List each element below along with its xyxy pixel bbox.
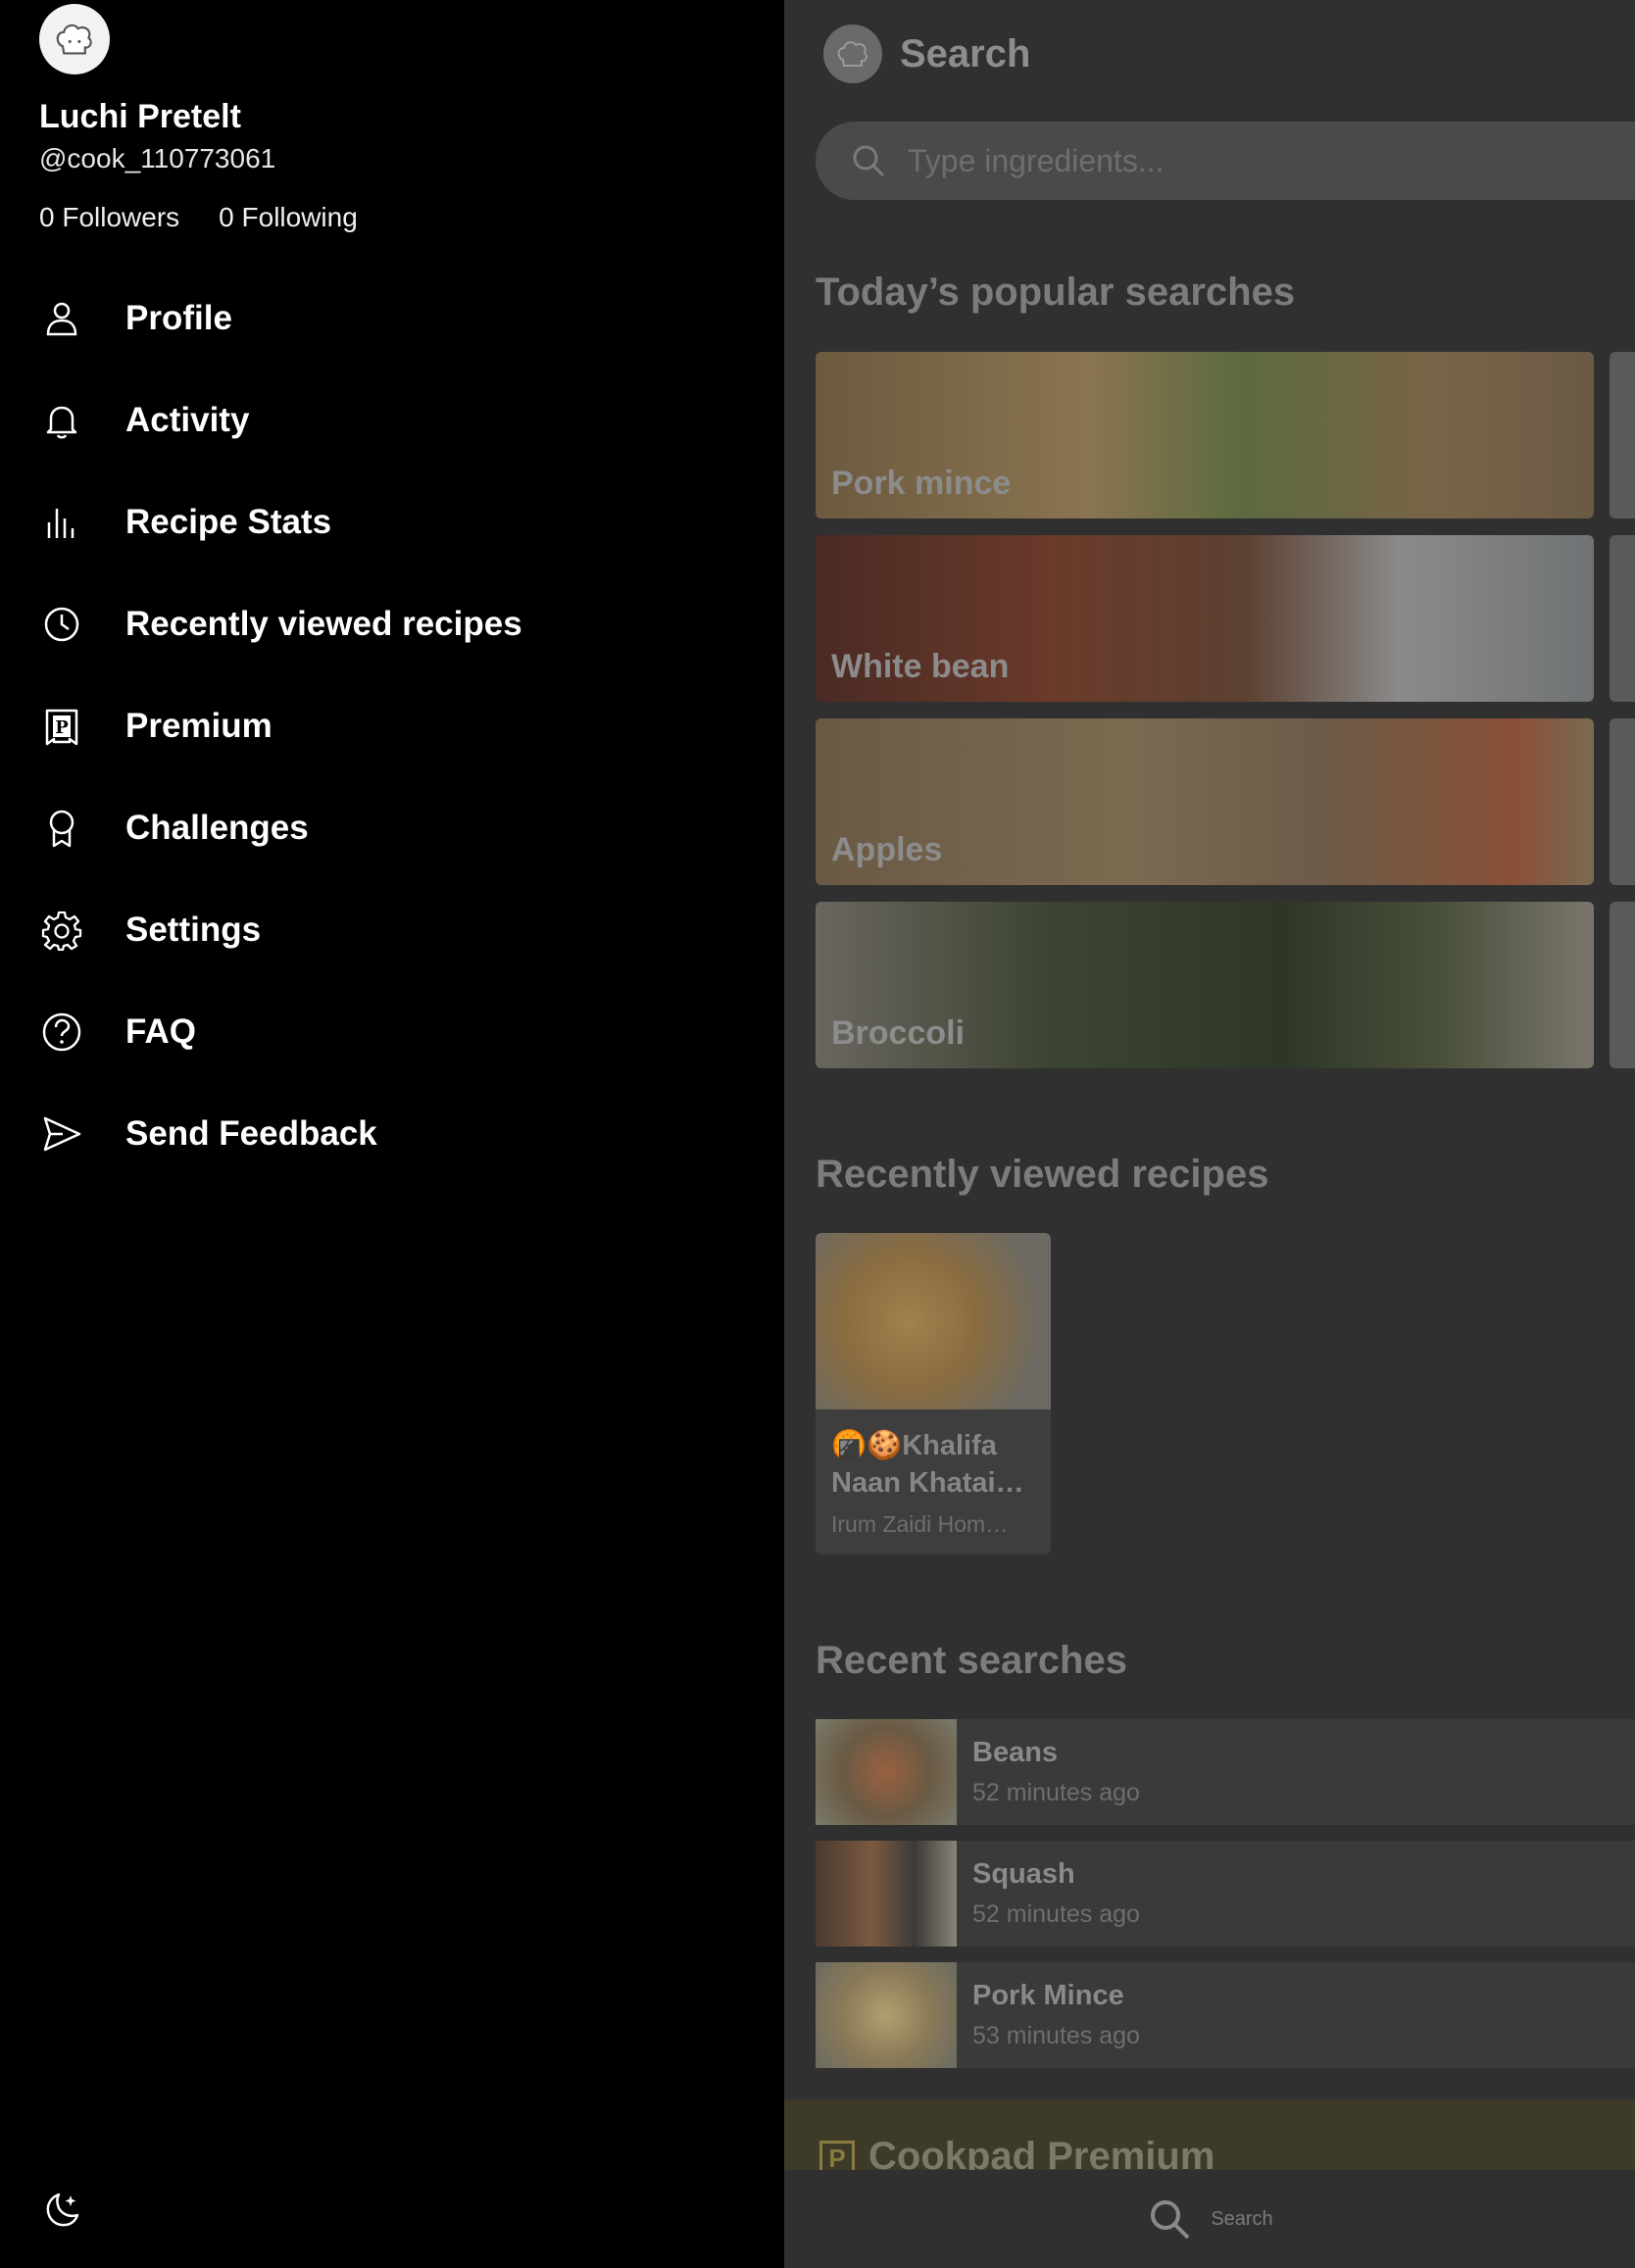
recent-search-thumbnail [816,1841,957,1947]
tile-label: Apples [831,831,943,868]
search-icon[interactable] [1146,2195,1193,2243]
send-icon [39,1111,84,1157]
chef-hat-icon [837,41,867,67]
menu-label: Premium [125,707,272,745]
user-avatar-small[interactable] [823,25,882,83]
menu-label: FAQ [125,1012,196,1051]
following-count[interactable]: 0 Following [219,202,358,233]
menu-item-recipe-stats[interactable]: Recipe Stats [39,488,331,557]
gear-icon [39,908,84,953]
menu-item-premium[interactable]: P Premium [39,692,272,761]
tile-label: Broccoli [831,1014,966,1052]
search-icon [853,145,885,177]
person-icon [39,296,84,341]
recent-search-row[interactable]: Pork Mince 53 minutes ago [816,1962,1635,2068]
menu-item-send-feedback[interactable]: Send Feedback [39,1100,377,1168]
menu-item-activity[interactable]: Activity [39,386,249,455]
search-header: Search [823,24,1030,84]
menu-label: Profile [125,299,232,337]
recent-search-time: 53 minutes ago [972,2022,1140,2049]
popular-search-tile[interactable]: Pork mince [816,352,1594,518]
menu-item-challenges[interactable]: Challenges [39,794,309,863]
theme-toggle-button[interactable] [39,2188,84,2233]
ingredient-search-input[interactable]: Type ingredients... [816,122,1635,200]
moon-icon [46,2193,79,2227]
popular-search-tile-partial[interactable] [1610,902,1635,1068]
recent-searches-heading: Recent searches [816,1639,1127,1682]
popular-search-tile[interactable]: Broccoli [816,902,1594,1068]
popular-searches-heading: Today’s popular searches [816,271,1296,314]
menu-item-settings[interactable]: Settings [39,896,261,964]
popular-search-tile-partial[interactable] [1610,718,1635,885]
chef-hat-icon [56,24,92,55]
recent-search-thumbnail [816,1719,957,1825]
recent-search-term: Pork Mince [972,1980,1124,2011]
menu-label: Recipe Stats [125,503,332,541]
avatar[interactable] [39,4,110,74]
tile-label: White bean [831,648,1010,685]
recipe-thumbnail [816,1233,1051,1409]
bottom-nav-search-label[interactable]: Search [1211,2208,1272,2231]
bell-icon [39,398,84,443]
ribbon-badge-icon [39,806,84,851]
menu-label: Recently viewed recipes [125,605,522,643]
recent-search-thumbnail [816,1962,957,2068]
tile-label: Pork mince [831,465,1012,502]
search-title: Search [900,31,1031,75]
recipe-author: Irum Zaidi Hom… [831,1511,1009,1537]
bar-chart-icon [39,500,84,545]
user-handle: @cook_110773061 [39,143,276,173]
recent-search-time: 52 minutes ago [972,1900,1140,1928]
recent-search-row[interactable]: Squash 52 minutes ago [816,1841,1635,1947]
recent-search-time: 52 minutes ago [972,1779,1140,1806]
menu-label: Send Feedback [125,1114,377,1153]
premium-p-icon: P [39,704,84,749]
recent-search-term: Squash [972,1858,1075,1890]
search-screen-background: Search Type ingredients... Today’s popul… [784,0,1635,2268]
popular-search-tile[interactable]: Apples [816,718,1594,885]
menu-label: Settings [125,911,262,949]
recently-viewed-recipe-card[interactable]: 🍘🍪Khalifa Naan Khatai… Irum Zaidi Hom… [816,1233,1051,1554]
menu-label: Activity [125,401,250,439]
question-circle-icon [39,1010,84,1055]
menu-item-profile[interactable]: Profile [39,284,232,353]
svg-text:P: P [55,717,69,738]
popular-search-tile-partial[interactable] [1610,352,1635,518]
recipe-title: 🍘🍪Khalifa Naan Khatai… [831,1430,1024,1499]
menu-item-recently-viewed[interactable]: Recently viewed recipes [39,590,522,659]
user-name: Luchi Pretelt [39,98,241,135]
popular-search-tile[interactable]: White bean [816,535,1594,702]
follow-counts: 0 Followers 0 Following [39,202,358,233]
menu-label: Challenges [125,809,309,847]
recent-search-row[interactable]: Beans 52 minutes ago [816,1719,1635,1825]
recent-search-term: Beans [972,1737,1059,1768]
followers-count[interactable]: 0 Followers [39,202,179,233]
popular-search-tile-partial[interactable] [1610,535,1635,702]
search-placeholder: Type ingredients... [908,142,1164,178]
recently-viewed-heading: Recently viewed recipes [816,1153,1269,1196]
clock-icon [39,602,84,647]
menu-item-faq[interactable]: FAQ [39,998,196,1066]
bottom-navigation: Search [784,2170,1635,2268]
navigation-drawer: Luchi Pretelt @cook_110773061 0 Follower… [0,0,784,2268]
